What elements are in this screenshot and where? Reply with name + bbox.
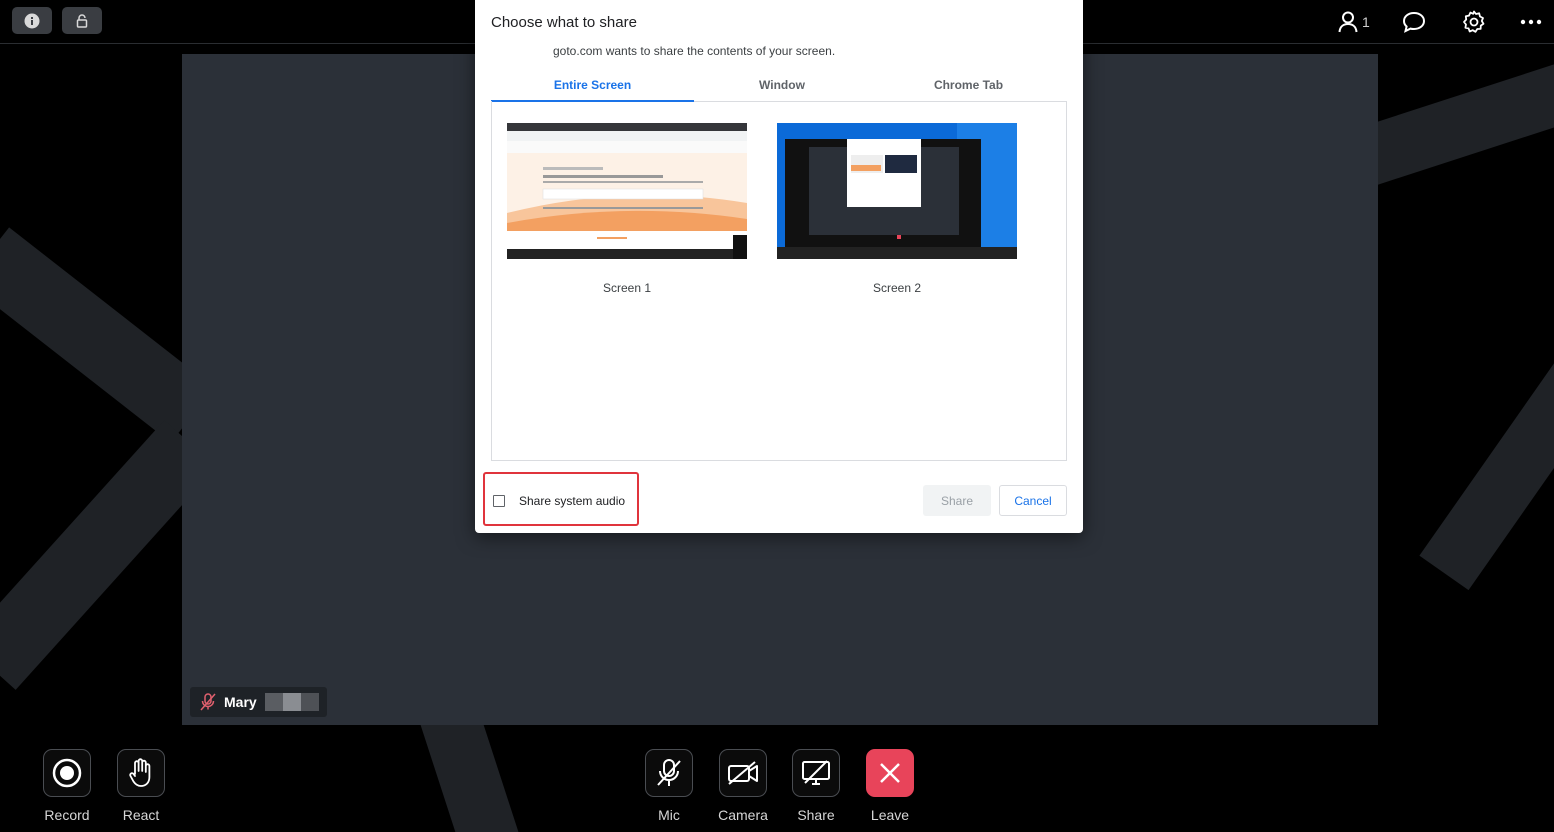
share-audio-checkbox[interactable] bbox=[493, 495, 505, 507]
screen-list-panel: Screen 1 Screen 2 bbox=[491, 101, 1067, 461]
share-control[interactable]: Share bbox=[784, 749, 848, 823]
mic-muted-icon bbox=[200, 693, 216, 711]
raise-hand-icon bbox=[129, 758, 151, 787]
info-button[interactable] bbox=[12, 7, 52, 34]
participants-button[interactable]: 1 bbox=[1338, 8, 1370, 36]
record-button[interactable] bbox=[43, 749, 91, 797]
meeting-app: 1 Mary Choose what to share goto.com wan… bbox=[0, 0, 1554, 832]
settings-button[interactable] bbox=[1462, 8, 1486, 36]
participant-name: Mary bbox=[224, 694, 257, 710]
tab-chrome-tab[interactable]: Chrome Tab bbox=[870, 72, 1067, 101]
mic-control[interactable]: Mic bbox=[637, 749, 701, 823]
tab-entire-screen[interactable]: Entire Screen bbox=[491, 72, 694, 102]
mic-off-icon bbox=[657, 759, 681, 786]
screen-2-thumbnail bbox=[777, 123, 1017, 259]
more-horizontal-icon bbox=[1520, 19, 1542, 25]
camera-label: Camera bbox=[718, 807, 768, 823]
record-icon bbox=[52, 758, 82, 788]
info-icon bbox=[24, 13, 40, 28]
redacted-surname bbox=[264, 693, 319, 711]
share-button[interactable]: Share bbox=[923, 485, 991, 516]
camera-control[interactable]: Camera bbox=[711, 749, 775, 823]
unlock-icon bbox=[76, 13, 88, 28]
dialog-subtitle: goto.com wants to share the contents of … bbox=[553, 44, 836, 58]
share-audio-label: Share system audio bbox=[519, 494, 626, 508]
screen-2-label: Screen 2 bbox=[872, 281, 922, 295]
share-control-label: Share bbox=[797, 807, 835, 823]
lock-button[interactable] bbox=[62, 7, 102, 34]
background-stripe bbox=[1347, 51, 1554, 189]
more-options-button[interactable] bbox=[1520, 8, 1542, 36]
react-button[interactable] bbox=[117, 749, 165, 797]
chat-bubble-icon bbox=[1402, 11, 1426, 33]
person-icon bbox=[1338, 11, 1358, 33]
background-stripe bbox=[1419, 309, 1554, 591]
react-label: React bbox=[122, 807, 160, 823]
share-tabs: Entire Screen Window Chrome Tab bbox=[491, 72, 1067, 102]
share-screen-button[interactable] bbox=[792, 749, 840, 797]
screen-option-1[interactable]: Screen 1 bbox=[507, 123, 747, 295]
participant-name-tag: Mary bbox=[190, 687, 327, 717]
close-icon bbox=[880, 763, 900, 783]
screen-share-off-icon bbox=[802, 760, 830, 785]
chat-button[interactable] bbox=[1402, 8, 1426, 36]
mic-button[interactable] bbox=[645, 749, 693, 797]
screen-option-2[interactable]: Screen 2 bbox=[777, 123, 1017, 295]
mic-label: Mic bbox=[658, 807, 680, 823]
participants-count: 1 bbox=[1362, 14, 1370, 30]
tab-window[interactable]: Window bbox=[694, 72, 870, 101]
record-control[interactable]: Record bbox=[35, 749, 99, 823]
camera-off-icon bbox=[728, 761, 758, 785]
leave-label: Leave bbox=[870, 807, 910, 823]
leave-button[interactable] bbox=[866, 749, 914, 797]
camera-button[interactable] bbox=[719, 749, 767, 797]
gear-icon bbox=[1463, 10, 1485, 33]
screen-1-thumbnail bbox=[507, 123, 747, 259]
dialog-title: Choose what to share bbox=[491, 14, 637, 31]
record-label: Record bbox=[44, 807, 90, 823]
screen-1-label: Screen 1 bbox=[602, 281, 652, 295]
cancel-button[interactable]: Cancel bbox=[999, 485, 1067, 516]
react-control[interactable]: React bbox=[109, 749, 173, 823]
leave-control[interactable]: Leave bbox=[858, 749, 922, 823]
share-screen-dialog: Choose what to share goto.com wants to s… bbox=[475, 0, 1083, 533]
